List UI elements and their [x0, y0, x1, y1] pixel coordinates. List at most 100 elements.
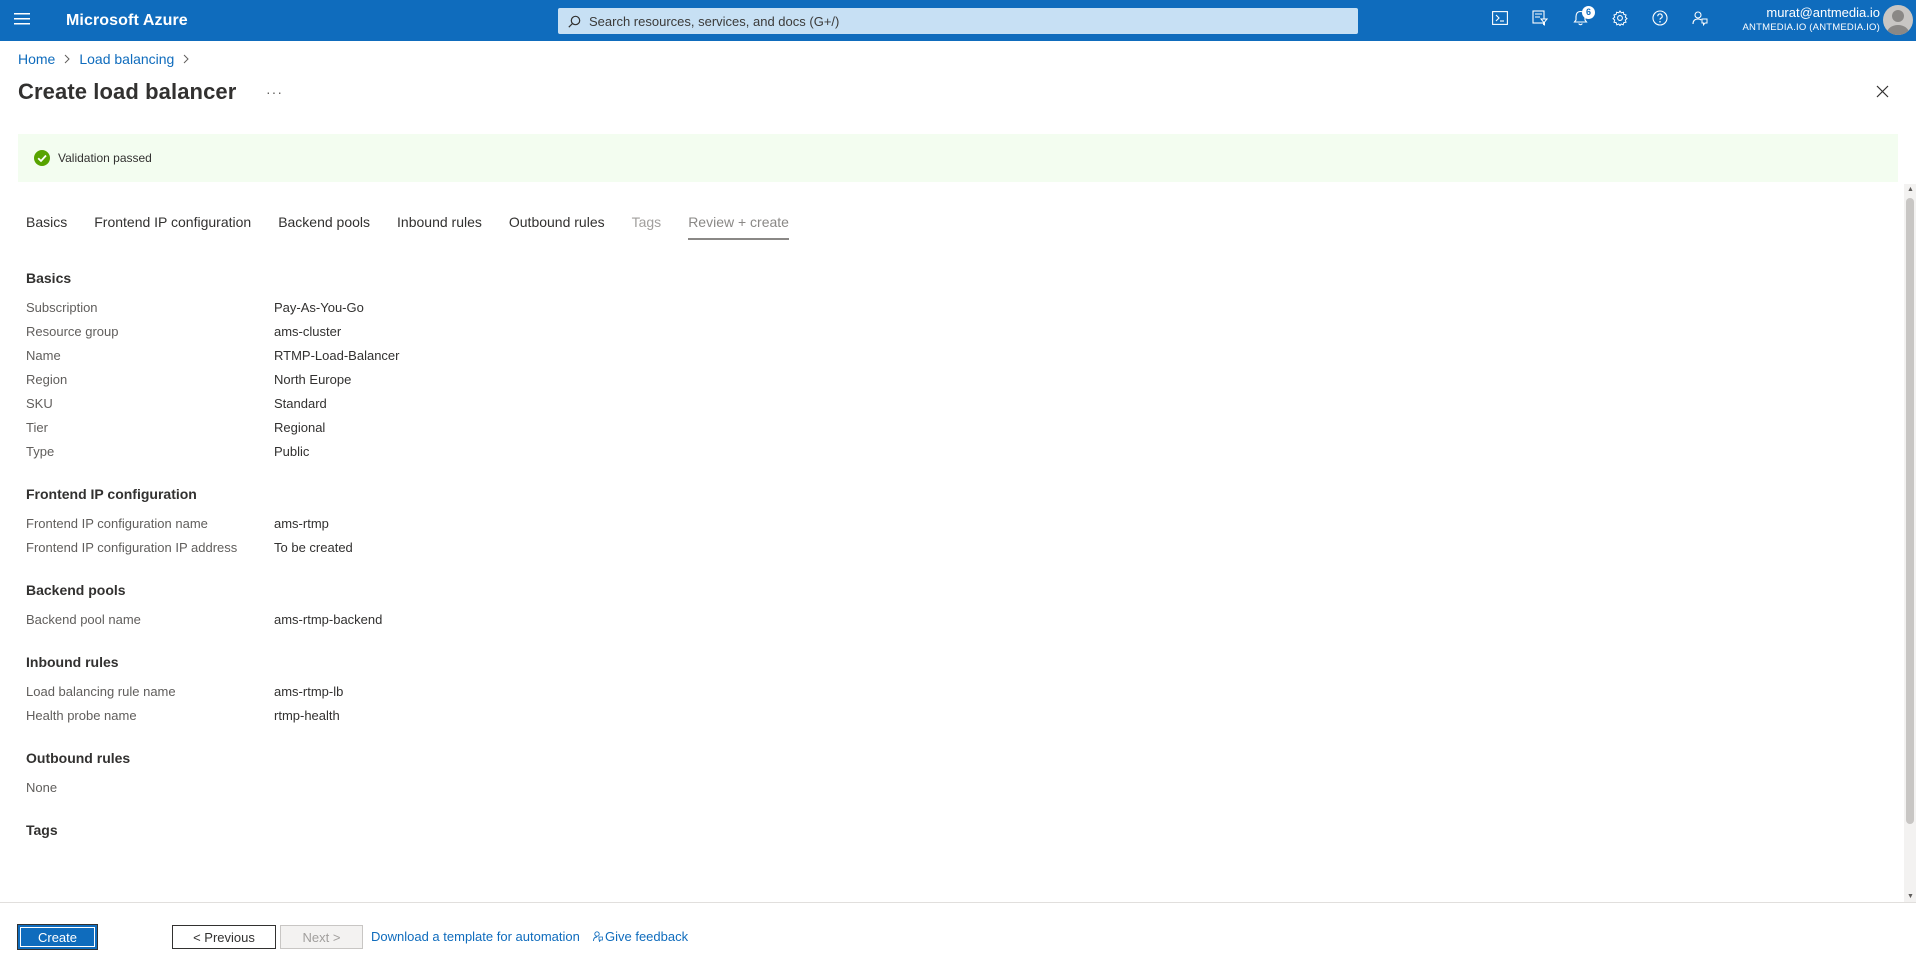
section-title: Outbound rules	[26, 750, 131, 766]
row-value: RTMP-Load-Balancer	[274, 348, 400, 363]
breadcrumb-load-balancing[interactable]: Load balancing	[79, 51, 174, 67]
question-icon	[1652, 10, 1668, 31]
scroll-down-arrow-icon[interactable]: ▼	[1907, 893, 1914, 900]
notification-count-badge: 6	[1582, 6, 1595, 19]
tab-tags[interactable]: Tags	[622, 212, 672, 240]
summary-row: Frontend IP configuration name ams-rtmp	[26, 514, 1896, 538]
brand-link[interactable]: Microsoft Azure	[66, 12, 188, 30]
more-options-button[interactable]: ···	[266, 84, 283, 100]
summary-row: Health probe name rtmp-health	[26, 706, 1896, 730]
summary-row: Frontend IP configuration IP address To b…	[26, 538, 1896, 562]
review-summary: Basics Subscription Pay-As-You-Go Resourc…	[26, 268, 1896, 900]
feedback-person-icon	[1692, 10, 1708, 31]
row-value: North Europe	[274, 372, 352, 387]
previous-button[interactable]: < Previous	[172, 925, 276, 949]
row-value: Regional	[274, 420, 326, 435]
account-email: murat@antmedia.io	[1766, 5, 1880, 20]
row-value: Standard	[274, 396, 327, 411]
create-button[interactable]: Create	[18, 925, 97, 949]
feedback-icon	[593, 931, 603, 942]
terminal-icon	[1492, 11, 1508, 30]
portal-menu-button[interactable]	[0, 0, 44, 41]
section-inbound-rules: Inbound rules Load balancing rule name am…	[26, 652, 1896, 730]
chevron-right-icon	[64, 54, 71, 64]
settings-button[interactable]	[1600, 0, 1640, 41]
close-icon	[1876, 85, 1889, 103]
feedback-button[interactable]	[1680, 0, 1720, 41]
cloud-shell-button[interactable]	[1480, 0, 1520, 41]
summary-row: Load balancing rule name ams-rtmp-lb	[26, 682, 1896, 706]
row-key: Region	[26, 372, 68, 387]
row-key: Type	[26, 444, 55, 459]
section-title: Tags	[26, 822, 58, 838]
summary-row: Name RTMP-Load-Balancer	[26, 346, 1896, 370]
row-key: Subscription	[26, 300, 98, 315]
row-key: Resource group	[26, 324, 119, 339]
notifications-button[interactable]: 6	[1560, 0, 1600, 41]
tab-backend-pools[interactable]: Backend pools	[268, 212, 380, 240]
row-value: Pay-As-You-Go	[274, 300, 364, 315]
row-value: ams-cluster	[274, 324, 342, 339]
section-outbound-rules: Outbound rules None	[26, 748, 1896, 802]
tab-outbound-rules[interactable]: Outbound rules	[499, 212, 615, 240]
section-title: Basics	[26, 270, 72, 286]
account-menu[interactable]: murat@antmedia.io ANTMEDIA.IO (ANTMEDIA.…	[1743, 5, 1880, 34]
avatar[interactable]	[1883, 5, 1913, 35]
summary-row: Resource group ams-cluster	[26, 322, 1896, 346]
chevron-right-icon	[183, 54, 190, 64]
top-bar: Microsoft Azure 6	[0, 0, 1916, 41]
row-value: ams-rtmp	[274, 516, 329, 531]
breadcrumb-home[interactable]: Home	[18, 51, 55, 67]
summary-row: Subscription Pay-As-You-Go	[26, 298, 1896, 322]
row-value: rtmp-health	[274, 708, 340, 723]
row-key: Backend pool name	[26, 612, 141, 627]
validation-message: Validation passed	[58, 151, 152, 165]
tab-inbound-rules[interactable]: Inbound rules	[387, 212, 492, 240]
row-key: Frontend IP configuration name	[26, 516, 208, 531]
content-scrollbar[interactable]: ▲ ▼	[1904, 184, 1916, 902]
summary-row: Region North Europe	[26, 370, 1896, 394]
success-check-icon	[34, 150, 50, 166]
row-key: Frontend IP configuration IP address	[26, 540, 238, 555]
global-search[interactable]	[558, 8, 1358, 34]
download-template-link[interactable]: Download a template for automation	[371, 929, 580, 944]
outbound-none-value: None	[26, 780, 58, 795]
row-key: Tier	[26, 420, 48, 435]
directory-filter-icon	[1532, 10, 1549, 31]
section-title: Frontend IP configuration	[26, 486, 197, 502]
section-backend-pools: Backend pools Backend pool name ams-rtmp-…	[26, 580, 1896, 634]
account-tenant: ANTMEDIA.IO (ANTMEDIA.IO)	[1742, 22, 1880, 33]
tab-basics[interactable]: Basics	[16, 212, 77, 240]
summary-row: Tier Regional	[26, 418, 1896, 442]
give-feedback-link[interactable]: Give feedback	[593, 929, 688, 944]
summary-row: SKU Standard	[26, 394, 1896, 418]
summary-row: Backend pool name ams-rtmp-backend	[26, 610, 1896, 634]
section-basics: Basics Subscription Pay-As-You-Go Resourc…	[26, 268, 1896, 466]
scroll-up-arrow-icon[interactable]: ▲	[1907, 186, 1914, 193]
section-title: Backend pools	[26, 582, 126, 598]
hamburger-icon	[14, 12, 30, 30]
validation-banner: Validation passed	[18, 134, 1898, 182]
wizard-footer: Create < Previous Next > Download a temp…	[0, 902, 1916, 968]
row-value: ams-rtmp-lb	[274, 684, 344, 699]
summary-row: Type Public	[26, 442, 1896, 466]
row-key: SKU	[26, 396, 53, 411]
breadcrumb: Home Load balancing	[18, 51, 198, 67]
section-tags: Tags	[26, 820, 1896, 846]
tab-review-create[interactable]: Review + create	[678, 212, 799, 240]
close-button[interactable]	[1872, 84, 1892, 104]
directory-filter-button[interactable]	[1520, 0, 1560, 41]
row-value: ams-rtmp-backend	[274, 612, 383, 627]
top-bar-actions: 6	[1480, 0, 1720, 41]
section-frontend-ip-configuration: Frontend IP configuration Frontend IP co…	[26, 484, 1896, 562]
tab-frontend-ip-configuration[interactable]: Frontend IP configuration	[84, 212, 261, 240]
next-button[interactable]: Next >	[280, 925, 363, 949]
give-feedback-label: Give feedback	[605, 929, 689, 944]
search-input[interactable]	[589, 13, 1349, 29]
row-value: Public	[274, 444, 310, 459]
wizard-tabs: Basics Frontend IP configuration Backend…	[16, 212, 806, 240]
row-key: Health probe name	[26, 708, 137, 723]
scrollbar-thumb[interactable]	[1906, 198, 1914, 824]
help-button[interactable]	[1640, 0, 1680, 41]
row-key: Name	[26, 348, 61, 363]
